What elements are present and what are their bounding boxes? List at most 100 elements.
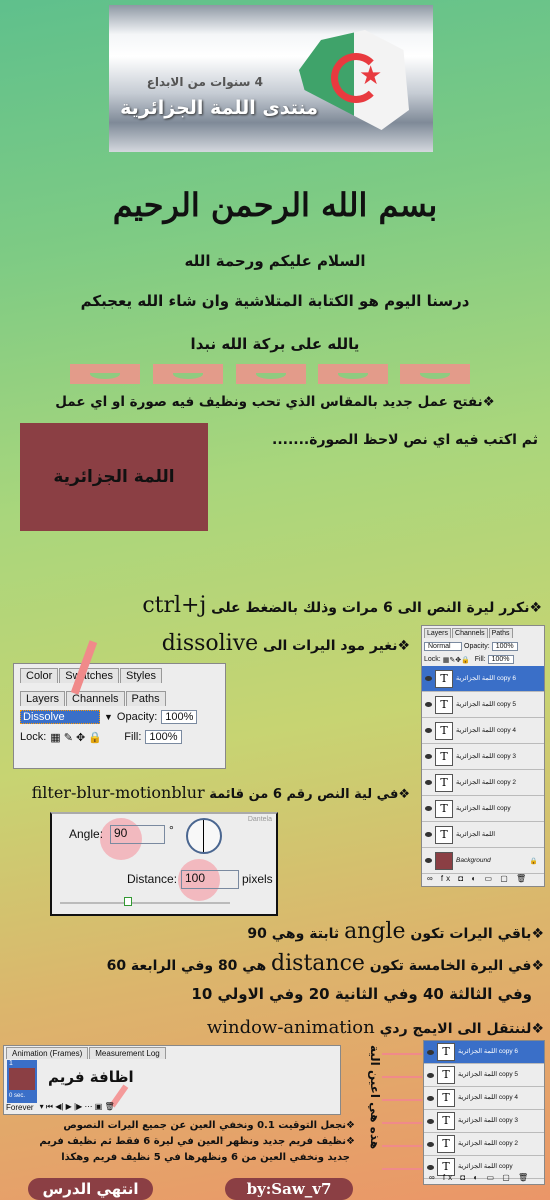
- opacity-label: Opacity:: [464, 643, 490, 650]
- tab-layers[interactable]: Layers: [20, 691, 66, 706]
- layer-row[interactable]: T اللمة الجزائرية copy: [422, 796, 544, 822]
- animation-toolbar[interactable]: Forever ▾ ⏮ ◀| ▶ |▶ ⋯ ▣ 🗑: [6, 1102, 115, 1112]
- animation-panel: Animation (Frames) Measurement Log 1 0 se…: [3, 1045, 341, 1115]
- forum-logo-banner: ★ 4 سنوات من الابداع منتدى اللمة الجزائر…: [109, 5, 433, 152]
- eye-icon[interactable]: [427, 1118, 434, 1124]
- lock-label: Lock:: [424, 656, 441, 663]
- eye-icon[interactable]: [427, 1095, 434, 1101]
- chevron-down-icon[interactable]: ▼: [104, 712, 113, 722]
- animation-menu-path: window-animation: [206, 1017, 375, 1038]
- layer-row[interactable]: T اللمة الجزائرية copy 4: [422, 718, 544, 744]
- author-badge: by:Saw_v7: [225, 1178, 353, 1200]
- layers-toolbar[interactable]: ∞ fx ◘ ◐ ▭ ▢ 🗑: [427, 874, 529, 883]
- layer-row[interactable]: T اللمة الجزائرية copy 3: [422, 744, 544, 770]
- tab-color[interactable]: Color: [20, 668, 59, 683]
- frame-delay[interactable]: 0 sec.: [9, 1093, 25, 1099]
- logo-title: منتدى اللمة الجزائرية: [120, 97, 318, 119]
- opacity-field[interactable]: 100%: [161, 710, 198, 724]
- opacity-field[interactable]: 100%: [491, 642, 518, 651]
- panel-tabs: Color Swatches Styles: [20, 668, 219, 683]
- step-11: ❖نظيف فريم جديد ونظهر العين في ليرة 6 فق…: [39, 1136, 355, 1147]
- tab-channels[interactable]: Channels: [452, 628, 488, 638]
- step-4-text: ❖نغير مود اليرات الى: [258, 638, 410, 654]
- tab-paths[interactable]: Paths: [488, 628, 513, 638]
- layer-row[interactable]: T اللمة الجزائرية copy 6: [422, 666, 544, 692]
- greeting: السلام عليكم ورحمة الله: [184, 252, 366, 270]
- step-4: ❖نغير مود اليرات الى dissolive: [100, 630, 410, 658]
- step-8: وفي الثالثة 40 وفي الثانية 20 وفي الاولي…: [191, 985, 532, 1003]
- eye-icon[interactable]: [427, 1049, 434, 1055]
- intro-line: درسنا اليوم هو الكتابة المتلاشية وان شاء…: [80, 292, 470, 310]
- distance-term: distance: [271, 951, 365, 976]
- layer-row[interactable]: T اللمة الجزائرية copy 4: [424, 1087, 544, 1110]
- eye-icon[interactable]: [425, 754, 432, 759]
- intro-line: يالله على بركة الله نبدا: [190, 335, 360, 353]
- eye-icon[interactable]: [425, 858, 432, 863]
- degree-symbol: °: [169, 823, 174, 837]
- blend-mode-select[interactable]: Normal: [424, 642, 462, 651]
- tab-measurement-log[interactable]: Measurement Log: [89, 1047, 166, 1059]
- fill-field[interactable]: 100%: [487, 655, 514, 664]
- layer-row[interactable]: T اللمة الجزائرية copy 2: [424, 1133, 544, 1156]
- eye-icon[interactable]: [425, 676, 432, 681]
- eye-icon[interactable]: [427, 1164, 434, 1170]
- eye-icon[interactable]: [427, 1072, 434, 1078]
- tab-animation-frames[interactable]: Animation (Frames): [6, 1047, 89, 1059]
- opacity-label: Opacity:: [116, 711, 158, 723]
- eyes-annotation: هذه هي اعين الية: [368, 1045, 382, 1150]
- animation-frame[interactable]: 1 0 sec.: [7, 1060, 37, 1103]
- sample-text: اللمة الجزائرية: [53, 467, 175, 487]
- lock-icons[interactable]: ▦✎✥🔒: [443, 656, 473, 664]
- layer-row[interactable]: T اللمة الجزائرية copy 6: [424, 1041, 544, 1064]
- layer-row[interactable]: T اللمة الجزائرية copy 5: [424, 1064, 544, 1087]
- tab-layers[interactable]: Layers: [424, 628, 452, 638]
- eye-icon[interactable]: [425, 806, 432, 811]
- star-icon: ★: [359, 61, 383, 91]
- distance-field[interactable]: 100: [181, 870, 239, 889]
- layers-panel: Layers Channels Paths Normal Opacity: 100% L…: [421, 625, 545, 887]
- step-7: ❖في اليرة الخامسة تكون distance هي 80 وف…: [106, 951, 544, 976]
- tab-paths[interactable]: Paths: [125, 691, 166, 706]
- step-2: ثم اكتب فيه اي نص لاحظ الصورة.......: [272, 432, 538, 448]
- layer-row[interactable]: T اللمة الجزائرية copy 5: [422, 692, 544, 718]
- tab-swatches[interactable]: Swatches: [59, 668, 119, 683]
- step-12: جديد ونخفي العين من 6 ونظهرها في 5 نظيف …: [61, 1152, 350, 1163]
- filter-menu-path: filter-blur-motionblur: [31, 783, 205, 802]
- lock-icon: 🔒: [529, 857, 538, 865]
- angle-dial[interactable]: [186, 818, 222, 854]
- eye-icon[interactable]: [425, 780, 432, 785]
- eye-icon[interactable]: [425, 728, 432, 733]
- layer-row[interactable]: T اللمة الجزائرية: [422, 822, 544, 848]
- eye-icon[interactable]: [427, 1141, 434, 1147]
- step-6: ❖باقي اليرات تكون angle ثابتة وهي 90: [247, 919, 544, 944]
- shortcut-key: ctrl+j: [142, 593, 207, 618]
- distance-label: Distance:: [127, 872, 178, 886]
- step-3-text: ❖نكرر ليرة النص الى 6 مرات وذلك بالضغط ع…: [206, 600, 542, 616]
- step-5-text: ❖في لية النص رقم 6 من قائمة: [204, 787, 410, 802]
- eye-icon[interactable]: [425, 702, 432, 707]
- tab-styles[interactable]: Styles: [120, 668, 162, 683]
- step-3: ❖نكرر ليرة النص الى 6 مرات وذلك بالضغط ع…: [40, 592, 542, 620]
- fill-label: Fill:: [474, 656, 486, 663]
- layer-row[interactable]: T اللمة الجزائرية copy 3: [424, 1110, 544, 1133]
- blend-mode-panel: Color Swatches Styles Layers Channels Paths …: [13, 663, 226, 769]
- blend-mode-name: dissolive: [161, 631, 259, 656]
- layer-row[interactable]: T اللمة الجزائرية copy 2: [422, 770, 544, 796]
- fill-field[interactable]: 100%: [145, 730, 182, 744]
- unit-label: pixels: [242, 872, 273, 886]
- slider-handle[interactable]: [124, 897, 132, 906]
- motion-blur-dialog: Dantela Angle: 90 ° Distance: 100 pixels: [50, 812, 278, 916]
- distance-slider[interactable]: [60, 897, 230, 906]
- blend-mode-select[interactable]: Dissolve: [20, 710, 100, 724]
- basmala: بسم الله الرحمن الرحيم: [112, 186, 438, 224]
- layers-toolbar[interactable]: ∞ fx ◘ ◐ ▭ ▢ 🗑: [429, 1173, 531, 1182]
- angle-label: Angle:: [69, 827, 104, 841]
- lock-icons[interactable]: ▦ ✎ ✥ 🔒: [50, 731, 120, 744]
- add-frame-annotation: اظافة فريم: [48, 1068, 134, 1086]
- eye-icon[interactable]: [425, 832, 432, 837]
- loop-select[interactable]: Forever: [6, 1103, 34, 1112]
- step-1: ❖نفتح عمل جديد بالمقاس الذي تحب ونظيف في…: [55, 394, 495, 410]
- layers-panel-eyes: T اللمة الجزائرية copy 6 T اللمة الجزائرية…: [423, 1040, 545, 1185]
- layer-row-background[interactable]: Background 🔒: [422, 848, 544, 874]
- angle-field[interactable]: 90: [110, 825, 165, 844]
